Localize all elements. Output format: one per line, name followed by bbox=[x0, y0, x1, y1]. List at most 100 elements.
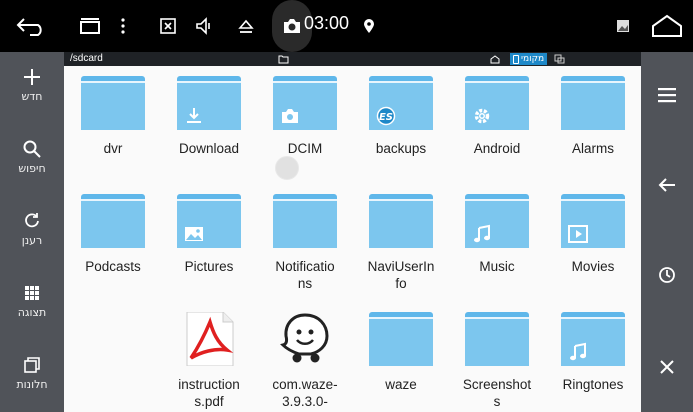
item-name: Screenshot s bbox=[462, 377, 532, 409]
current-path[interactable]: /sdcard bbox=[70, 52, 103, 66]
folder-item[interactable]: Ringtones bbox=[545, 312, 641, 393]
close-icon[interactable] bbox=[641, 352, 693, 382]
search-label: חיפוש bbox=[18, 162, 46, 175]
folder-icon bbox=[273, 76, 337, 130]
search-button[interactable]: חיפוש bbox=[0, 136, 64, 176]
notification-image-icon[interactable] bbox=[614, 8, 632, 44]
local-label: מקומי bbox=[521, 54, 545, 64]
folder-item[interactable]: Android bbox=[449, 76, 545, 157]
path-bar: /sdcard מקומי bbox=[64, 52, 641, 66]
folder-icon bbox=[465, 76, 529, 130]
view-label: תצוגה bbox=[17, 306, 47, 319]
folder-item[interactable]: ES backups bbox=[353, 76, 449, 157]
camera-icon[interactable] bbox=[280, 8, 304, 44]
item-name: Android bbox=[473, 141, 521, 156]
folder-outline-icon[interactable] bbox=[278, 54, 289, 64]
item-name: backups bbox=[375, 141, 427, 156]
gear-icon bbox=[471, 106, 493, 126]
windows-button[interactable]: חלונות bbox=[0, 352, 64, 392]
windows-icon bbox=[0, 352, 64, 378]
recent-apps-icon[interactable] bbox=[78, 8, 102, 44]
storage-device-icon[interactable] bbox=[554, 54, 565, 64]
windows-label: חלונות bbox=[16, 378, 48, 391]
item-name: Download bbox=[178, 141, 240, 156]
item-name: DCIM bbox=[287, 141, 323, 156]
item-name: Notificatio ns bbox=[275, 259, 335, 291]
new-button[interactable]: חדש bbox=[0, 64, 64, 104]
folder-item[interactable]: Pictures bbox=[161, 194, 257, 275]
folder-icon bbox=[561, 76, 625, 130]
folder-icon bbox=[561, 194, 625, 248]
folder-item[interactable]: Music bbox=[449, 194, 545, 275]
right-toolbar bbox=[641, 52, 693, 412]
item-name: Pictures bbox=[184, 259, 234, 274]
folder-item[interactable]: Alarms bbox=[545, 76, 641, 157]
grid-view-icon bbox=[0, 280, 64, 306]
item-name: Podcasts bbox=[85, 259, 141, 274]
item-name: instruction s.pdf bbox=[178, 377, 240, 409]
item-name: dvr bbox=[103, 141, 123, 156]
folder-item[interactable]: Download bbox=[161, 76, 257, 157]
play-icon bbox=[567, 224, 589, 244]
location-pin-icon bbox=[362, 8, 376, 44]
folder-icon bbox=[561, 312, 625, 366]
eject-icon[interactable] bbox=[236, 8, 256, 44]
folder-icon bbox=[273, 194, 337, 248]
folder-item[interactable]: Screenshot s bbox=[449, 312, 545, 410]
folder-icon bbox=[177, 76, 241, 130]
refresh-button[interactable]: רענן bbox=[0, 208, 64, 248]
waze-app-icon bbox=[273, 312, 337, 366]
folder-item[interactable]: waze bbox=[353, 312, 449, 393]
item-name: com.waze- 3.9.3.0- bbox=[272, 377, 338, 409]
music-note-icon bbox=[567, 342, 589, 362]
file-grid: dvr Download DCIM ES backups Android Alarms Pod… bbox=[64, 66, 641, 412]
left-toolbar: חדש חיפוש רענן תצוגה חלונות bbox=[0, 52, 64, 412]
volume-icon[interactable] bbox=[194, 8, 214, 44]
floating-bubble[interactable] bbox=[275, 156, 299, 180]
folder-item[interactable]: NaviUserIn fo bbox=[353, 194, 449, 292]
folder-item[interactable]: DCIM bbox=[257, 76, 353, 157]
item-name: Music bbox=[479, 259, 515, 274]
download-icon bbox=[183, 106, 205, 126]
folder-icon bbox=[177, 194, 241, 248]
refresh-icon bbox=[0, 208, 64, 234]
overflow-menu-icon[interactable] bbox=[116, 8, 130, 44]
folder-icon bbox=[81, 194, 145, 248]
plus-icon bbox=[0, 64, 64, 90]
hamburger-menu-icon[interactable] bbox=[641, 80, 693, 110]
back-arrow-icon[interactable] bbox=[641, 170, 693, 200]
home-icon[interactable] bbox=[650, 8, 684, 44]
back-arrow-icon[interactable] bbox=[14, 8, 48, 44]
clock: 03:00 bbox=[304, 13, 350, 33]
search-icon bbox=[0, 136, 64, 162]
image-icon bbox=[183, 224, 205, 244]
phone-icon bbox=[513, 54, 519, 64]
view-button[interactable]: תצוגה bbox=[0, 280, 64, 320]
file-item[interactable]: com.waze- 3.9.3.0- bbox=[257, 312, 353, 410]
item-name: Ringtones bbox=[562, 377, 624, 392]
folder-icon: ES bbox=[369, 76, 433, 130]
svg-text:ES: ES bbox=[379, 112, 393, 123]
new-label: חדש bbox=[21, 90, 43, 103]
folder-item[interactable]: Movies bbox=[545, 194, 641, 275]
item-name: waze bbox=[385, 377, 417, 392]
folder-icon bbox=[369, 312, 433, 366]
camera-icon bbox=[279, 106, 301, 126]
history-clock-icon[interactable] bbox=[641, 260, 693, 290]
status-bar: 03:00 bbox=[0, 0, 693, 52]
local-storage-tab[interactable]: מקומי bbox=[510, 53, 548, 65]
folder-icon bbox=[369, 194, 433, 248]
file-item[interactable]: instruction s.pdf bbox=[161, 311, 257, 410]
folder-icon bbox=[81, 76, 145, 130]
folder-item[interactable]: Podcasts bbox=[65, 194, 161, 275]
pdf-file-icon bbox=[177, 311, 241, 367]
es-logo-icon: ES bbox=[375, 106, 397, 126]
folder-icon bbox=[465, 194, 529, 248]
folder-item[interactable]: Notificatio ns bbox=[257, 194, 353, 292]
folder-item[interactable]: dvr bbox=[65, 76, 161, 157]
item-name: Movies bbox=[571, 259, 615, 274]
close-box-icon[interactable] bbox=[158, 8, 178, 44]
item-name: NaviUserIn fo bbox=[367, 259, 435, 291]
item-name: Alarms bbox=[571, 141, 614, 156]
home-small-icon[interactable] bbox=[490, 54, 500, 64]
